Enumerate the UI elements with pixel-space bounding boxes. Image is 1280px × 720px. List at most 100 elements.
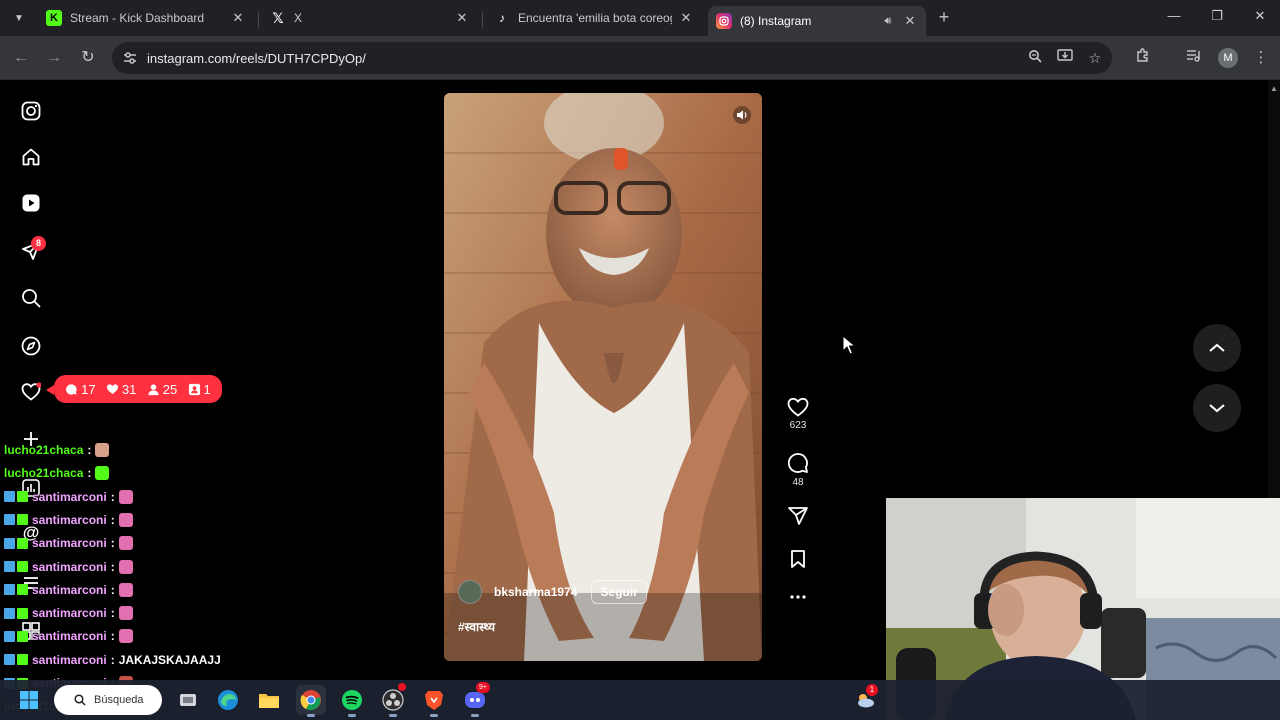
close-icon[interactable]: ✕ bbox=[454, 10, 470, 26]
chrome-icon[interactable] bbox=[296, 685, 326, 717]
start-icon[interactable] bbox=[14, 685, 44, 715]
search-icon[interactable] bbox=[20, 287, 42, 309]
home-icon[interactable] bbox=[20, 146, 42, 168]
taskbar-search[interactable]: Búsqueda bbox=[54, 685, 162, 715]
screen: ▼ K Stream - Kick Dashboard ✕ 𝕏 X ✕ ♪ En… bbox=[0, 0, 1280, 720]
chat-message: santimarconi: bbox=[4, 580, 133, 600]
taskbar-search-label: Búsqueda bbox=[94, 694, 144, 706]
follow-button[interactable]: Seguir bbox=[591, 580, 647, 604]
more-options-action[interactable] bbox=[784, 594, 812, 600]
chat-separator: : bbox=[110, 512, 115, 527]
author-avatar[interactable] bbox=[458, 580, 482, 604]
comment-action[interactable]: 48 bbox=[784, 452, 812, 488]
spotify-icon[interactable] bbox=[337, 685, 367, 717]
tab-instagram[interactable]: (8) Instagram 🔊︎ ✕ bbox=[708, 6, 926, 36]
tab-kick-dashboard[interactable]: K Stream - Kick Dashboard ✕ bbox=[38, 4, 254, 32]
share-action[interactable] bbox=[784, 506, 812, 526]
address-bar[interactable]: instagram.com/reels/DUTH7CPDyOp/ ☆ bbox=[112, 42, 1112, 74]
subscriber-badge-icon bbox=[17, 607, 28, 619]
scroll-up-arrow[interactable]: ▲ bbox=[1270, 84, 1278, 93]
subscriber-badge-icon bbox=[17, 491, 28, 503]
chat-username[interactable]: santimarconi bbox=[32, 513, 107, 527]
file-explorer-icon[interactable] bbox=[254, 685, 284, 715]
chat-username[interactable]: santimarconi bbox=[32, 560, 107, 574]
restore-button[interactable]: ❐ bbox=[1205, 8, 1229, 28]
subscriber-badge-icon bbox=[17, 561, 28, 572]
chat-username[interactable]: santimarconi bbox=[32, 583, 107, 597]
chevron-up-icon bbox=[1209, 343, 1225, 352]
comment-icon[interactable] bbox=[787, 452, 809, 474]
tab-label: Stream - Kick Dashboard bbox=[70, 11, 205, 25]
subscriber-badge-icon bbox=[17, 584, 28, 596]
install-app-icon[interactable] bbox=[1056, 49, 1074, 67]
site-settings-icon[interactable] bbox=[122, 50, 138, 66]
heart-icon[interactable] bbox=[787, 397, 809, 417]
chat-badge-icon bbox=[4, 491, 15, 503]
forward-button[interactable]: → bbox=[43, 47, 65, 69]
obs-icon[interactable] bbox=[378, 683, 408, 717]
menu-kebab-icon[interactable]: ⋮ bbox=[1250, 47, 1272, 69]
notifications-icon[interactable] bbox=[20, 381, 42, 403]
bookmark-icon[interactable] bbox=[789, 549, 807, 569]
chat-username[interactable]: santimarconi bbox=[32, 606, 107, 620]
close-icon[interactable]: ✕ bbox=[902, 13, 918, 29]
close-window-button[interactable]: ✕ bbox=[1248, 8, 1272, 28]
subscriber-badge-icon bbox=[17, 514, 28, 526]
close-icon[interactable]: ✕ bbox=[230, 10, 246, 26]
chat-message: santimarconi: JAKAJSKAJAAJJ bbox=[4, 650, 221, 670]
chat-emote-icon bbox=[118, 606, 133, 621]
close-icon[interactable]: ✕ bbox=[678, 10, 694, 26]
chat-message: santimarconi: bbox=[4, 557, 133, 577]
volume-icon[interactable] bbox=[733, 106, 751, 124]
previous-reel-button[interactable] bbox=[1193, 324, 1241, 372]
tab-search-button[interactable]: ▼ bbox=[8, 7, 30, 29]
instagram-icon bbox=[716, 13, 732, 29]
reels-icon[interactable] bbox=[20, 192, 42, 214]
chat-username[interactable]: santimarconi bbox=[32, 629, 107, 643]
weather-icon[interactable]: 1 bbox=[850, 684, 880, 715]
edge-icon[interactable] bbox=[213, 685, 243, 715]
task-view-icon[interactable] bbox=[173, 685, 203, 715]
author-username[interactable]: bksharma1974 bbox=[494, 585, 577, 599]
chat-username[interactable]: santimarconi bbox=[32, 653, 107, 667]
messages-badge: 8 bbox=[31, 236, 46, 251]
more-dots-icon[interactable] bbox=[788, 594, 808, 600]
next-reel-button[interactable] bbox=[1193, 384, 1241, 432]
chat-message: lucho21chaca: bbox=[4, 463, 110, 483]
zoom-icon[interactable] bbox=[1026, 49, 1044, 67]
media-controls-icon[interactable] bbox=[1182, 47, 1204, 69]
comment-bubble-icon bbox=[66, 383, 77, 395]
speaker-icon[interactable]: 🔊︎ bbox=[880, 15, 896, 28]
chat-badge-icon bbox=[4, 561, 15, 572]
url-text[interactable]: instagram.com/reels/DUTH7CPDyOp/ bbox=[147, 51, 366, 66]
explore-icon[interactable] bbox=[20, 335, 42, 357]
brave-icon[interactable] bbox=[419, 685, 449, 717]
chat-username[interactable]: santimarconi bbox=[32, 490, 107, 504]
chat-separator: : bbox=[110, 606, 115, 621]
reel-video-frame bbox=[444, 93, 762, 661]
chat-username[interactable]: lucho21chaca bbox=[4, 443, 83, 457]
tab-x[interactable]: 𝕏 X ✕ bbox=[262, 4, 478, 32]
chat-separator: : bbox=[110, 536, 115, 551]
extensions-icon[interactable] bbox=[1132, 47, 1154, 69]
chat-emote-icon bbox=[118, 559, 133, 574]
minimize-button[interactable]: — bbox=[1162, 8, 1186, 28]
profile-avatar[interactable]: M bbox=[1218, 48, 1238, 68]
instagram-logo-icon[interactable] bbox=[20, 100, 42, 122]
bookmark-star-icon[interactable]: ☆ bbox=[1086, 49, 1104, 67]
discord-icon[interactable]: 9+ bbox=[460, 682, 490, 717]
share-icon[interactable] bbox=[787, 506, 809, 526]
chat-username[interactable]: santimarconi bbox=[32, 536, 107, 550]
reload-button[interactable]: ↻ bbox=[77, 47, 99, 69]
reel-video[interactable] bbox=[444, 93, 762, 661]
tab-tiktok[interactable]: ♪ Encuentra 'emilia bota coreogr ✕ bbox=[486, 4, 702, 32]
chat-username[interactable]: lucho21chaca bbox=[4, 466, 83, 480]
chat-message: lucho21chaca: bbox=[4, 440, 110, 460]
back-button[interactable]: ← bbox=[10, 47, 32, 69]
activity-summary-pill[interactable]: 17 31 25 1 bbox=[54, 375, 222, 403]
like-action[interactable]: 623 bbox=[784, 397, 812, 431]
reel-caption[interactable]: #स्वास्थ्य bbox=[458, 618, 495, 635]
new-tab-button[interactable]: + bbox=[934, 7, 954, 27]
likes-count: 31 bbox=[121, 381, 137, 397]
save-action[interactable] bbox=[784, 549, 812, 569]
